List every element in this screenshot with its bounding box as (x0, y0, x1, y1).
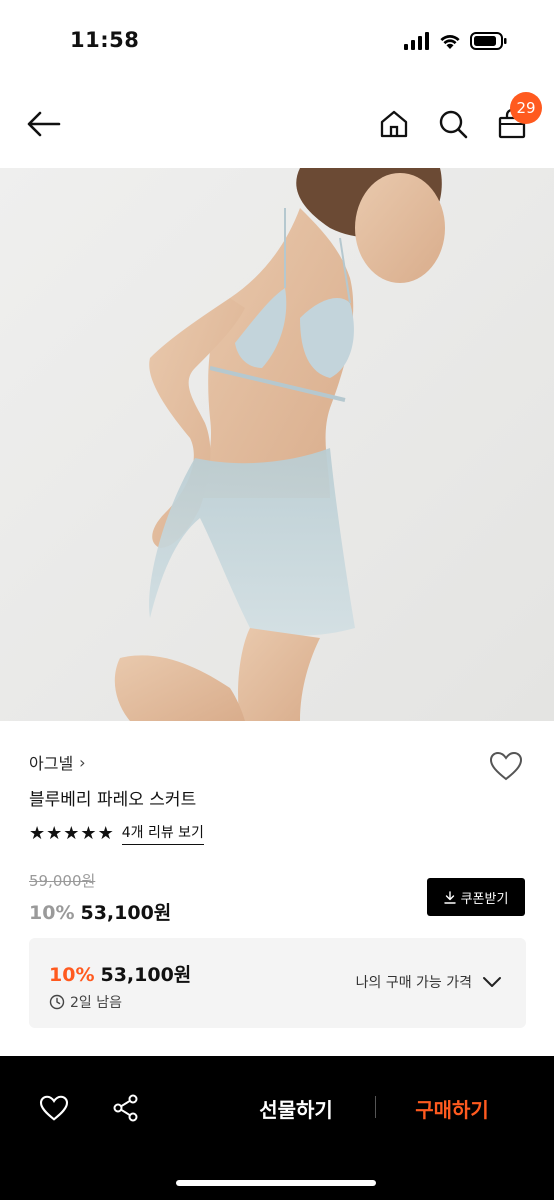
wifi-icon (440, 35, 460, 49)
heart-icon (489, 751, 523, 781)
my-price-rate: 10% (49, 964, 95, 986)
discount-rate: 10% (29, 902, 75, 924)
back-button[interactable] (24, 104, 64, 144)
product-photo (0, 168, 554, 721)
my-price-value: 53,100원 (100, 964, 192, 986)
gift-button[interactable]: 선물하기 (246, 1090, 346, 1126)
buy-button[interactable]: 구매하기 (402, 1090, 502, 1126)
time-remaining: 2일 남음 (49, 992, 122, 1012)
cart-count-badge: 29 (510, 92, 542, 124)
my-price-row: 10% 53,100원 (49, 960, 191, 987)
battery-icon (470, 32, 507, 50)
signal-icon (404, 32, 429, 50)
status-icons (404, 30, 508, 52)
coupon-label: 쿠폰받기 (460, 891, 509, 907)
back-arrow-icon (27, 111, 61, 137)
home-icon (380, 110, 408, 138)
bottom-action-bar: 선물하기 구매하기 (0, 1056, 554, 1200)
coupon-button[interactable]: 쿠폰받기 (427, 878, 525, 916)
heart-icon (39, 1095, 69, 1121)
download-icon (443, 890, 456, 904)
share-button[interactable] (106, 1088, 146, 1128)
rating-row: ★ ★ ★ ★ ★ 4개 리뷰 보기 (29, 822, 204, 845)
price-row: 10% 53,100원 (29, 898, 171, 925)
home-button[interactable] (374, 104, 414, 144)
star-icon: ★ (97, 822, 114, 844)
star-icon: ★ (63, 822, 80, 844)
star-rating: ★ ★ ★ ★ ★ (29, 822, 114, 844)
wishlist-button[interactable] (486, 746, 526, 786)
brand-name: 아그넬 (29, 754, 74, 773)
home-indicator (176, 1180, 376, 1186)
brand-link[interactable]: 아그넬 › (29, 750, 86, 774)
status-time: 11:58 (70, 28, 140, 52)
share-icon (113, 1094, 138, 1122)
status-bar: 11:58 (0, 0, 554, 80)
chevron-down-icon (483, 977, 501, 987)
star-icon: ★ (29, 822, 46, 844)
clock-icon (49, 994, 65, 1010)
my-price-box[interactable]: 10% 53,100원 2일 남음 나의 구매 가능 가격 (29, 938, 526, 1028)
chevron-right-icon: › (79, 752, 86, 772)
product-name: 블루베리 파레오 스커트 (29, 790, 197, 810)
bottom-wishlist-button[interactable] (34, 1088, 74, 1128)
star-icon: ★ (80, 822, 97, 844)
my-price-toggle-label: 나의 구매 가능 가격 (355, 975, 472, 991)
search-button[interactable] (433, 104, 473, 144)
time-remaining-label: 2일 남음 (70, 995, 122, 1011)
star-icon: ★ (46, 822, 63, 844)
product-image[interactable] (0, 168, 554, 721)
app-header (0, 90, 554, 162)
my-price-toggle[interactable]: 나의 구매 가능 가격 (356, 972, 502, 992)
review-link[interactable]: 4개 리뷰 보기 (121, 822, 204, 845)
sale-price: 53,100원 (80, 902, 172, 924)
original-price: 59,000원 (29, 872, 96, 890)
divider (375, 1096, 376, 1118)
search-icon (439, 110, 468, 139)
